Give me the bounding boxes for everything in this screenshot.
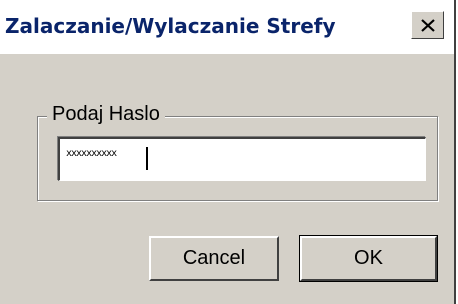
- close-icon: [420, 18, 435, 32]
- title-bar[interactable]: Zalaczanie/Wylaczanie Strefy: [0, 0, 454, 54]
- password-input[interactable]: xxxxxxxxxx: [58, 137, 426, 181]
- text-caret: [146, 147, 148, 170]
- window-title: Zalaczanie/Wylaczanie Strefy: [5, 14, 336, 38]
- close-button[interactable]: [411, 11, 444, 39]
- dialog-window: Zalaczanie/Wylaczanie Strefy Podaj Haslo…: [0, 0, 456, 304]
- cancel-button[interactable]: Cancel: [149, 236, 279, 281]
- password-group-label: Podaj Haslo: [47, 101, 165, 127]
- password-masked-value: xxxxxxxxxx: [66, 148, 117, 159]
- ok-button[interactable]: OK: [299, 235, 438, 282]
